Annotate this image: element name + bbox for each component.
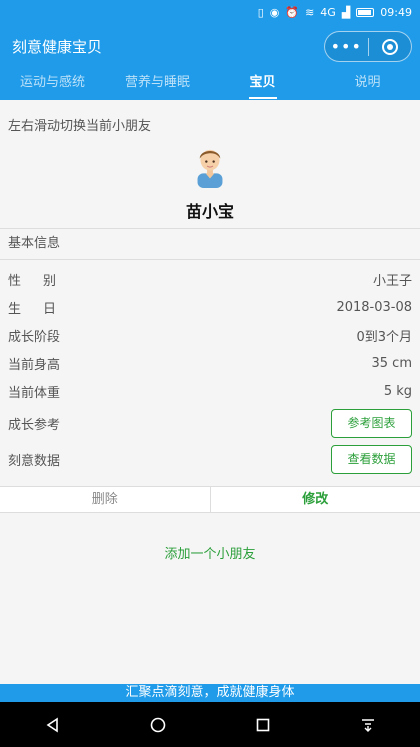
delete-button[interactable]: 删除 <box>0 487 211 512</box>
info-list: 性别 小王子 生日 2018-03-08 成长阶段 0到3个月 当前身高 35 … <box>0 260 420 477</box>
section-title: 基本信息 <box>0 228 420 260</box>
row-data: 刻意数据 查看数据 <box>0 441 420 477</box>
vibrate-icon: ▯ <box>257 5 264 19</box>
footer-slogan: 汇聚点滴刻意，成就健康身体 <box>0 684 420 702</box>
tab-sport[interactable]: 运动与感统 <box>0 68 105 100</box>
view-data-button[interactable]: 查看数据 <box>331 444 412 474</box>
weight-value: 5 kg <box>383 383 412 399</box>
notification-pull-button[interactable] <box>338 717 398 733</box>
battery-icon <box>356 7 375 17</box>
child-name: 苗小宝 <box>185 202 234 221</box>
swipe-hint: 左右滑动切换当前小朋友 <box>8 119 152 134</box>
close-target-icon <box>381 38 398 55</box>
tab-baby[interactable]: 宝贝 <box>210 68 315 100</box>
wifi-icon: ≋ <box>305 5 315 19</box>
growth-ref-label: 成长参考 <box>8 417 61 433</box>
app-navbar: 刻意健康宝贝 ••• <box>0 24 420 68</box>
gender-value: 小王子 <box>372 273 412 289</box>
stage-label: 成长阶段 <box>8 329 61 345</box>
height-label: 当前身高 <box>8 357 61 373</box>
recents-square-icon <box>256 718 269 731</box>
pull-down-icon <box>361 718 374 732</box>
home-button[interactable] <box>128 717 188 733</box>
add-child-link[interactable]: 添加一个小朋友 <box>0 543 420 562</box>
tab-nutrition[interactable]: 营养与睡眠 <box>105 68 210 100</box>
recents-button[interactable] <box>233 717 293 733</box>
miniprogram-capsule: ••• <box>324 31 412 62</box>
tab-help[interactable]: 说明 <box>315 68 420 100</box>
row-weight: 当前体重 5 kg <box>0 377 420 405</box>
birthday-value: 2018-03-08 <box>336 299 412 315</box>
status-time: 09:49 <box>380 5 412 19</box>
child-profile[interactable]: 苗小宝 <box>0 140 420 222</box>
stage-value: 0到3个月 <box>356 329 412 345</box>
back-triangle-icon <box>46 717 58 732</box>
more-dots-icon: ••• <box>330 36 362 56</box>
close-button[interactable] <box>369 38 412 55</box>
height-value: 35 cm <box>371 355 413 371</box>
status-bar: ▯ ◉ ⏰ ≋ 4G ▟ 09:49 <box>0 0 420 24</box>
network-label: 4G <box>320 5 336 19</box>
row-birthday: 生日 2018-03-08 <box>0 293 420 321</box>
tab-bar: 运动与感统 营养与睡眠 宝贝 说明 <box>0 68 420 100</box>
system-nav-bar <box>0 702 420 747</box>
row-gender: 性别 小王子 <box>0 265 420 293</box>
back-button[interactable] <box>23 717 83 733</box>
weight-label: 当前体重 <box>8 385 61 401</box>
gender-label: 性别 <box>8 273 79 289</box>
row-height: 当前身高 35 cm <box>0 349 420 377</box>
edit-button[interactable]: 修改 <box>211 487 420 512</box>
birthday-label: 生日 <box>8 301 79 317</box>
row-stage: 成长阶段 0到3个月 <box>0 321 420 349</box>
child-avatar-icon <box>197 149 223 188</box>
row-growth-ref: 成长参考 参考图表 <box>0 405 420 441</box>
app-title: 刻意健康宝贝 <box>12 37 103 56</box>
action-bar: 删除 修改 <box>0 486 420 513</box>
more-button[interactable]: ••• <box>325 36 368 56</box>
alarm-icon: ⏰ <box>285 5 300 19</box>
eye-icon: ◉ <box>269 5 280 19</box>
reference-chart-button[interactable]: 参考图表 <box>331 408 412 438</box>
signal-icon: ▟ <box>341 5 351 19</box>
home-circle-icon <box>150 717 165 732</box>
data-label: 刻意数据 <box>8 453 61 469</box>
